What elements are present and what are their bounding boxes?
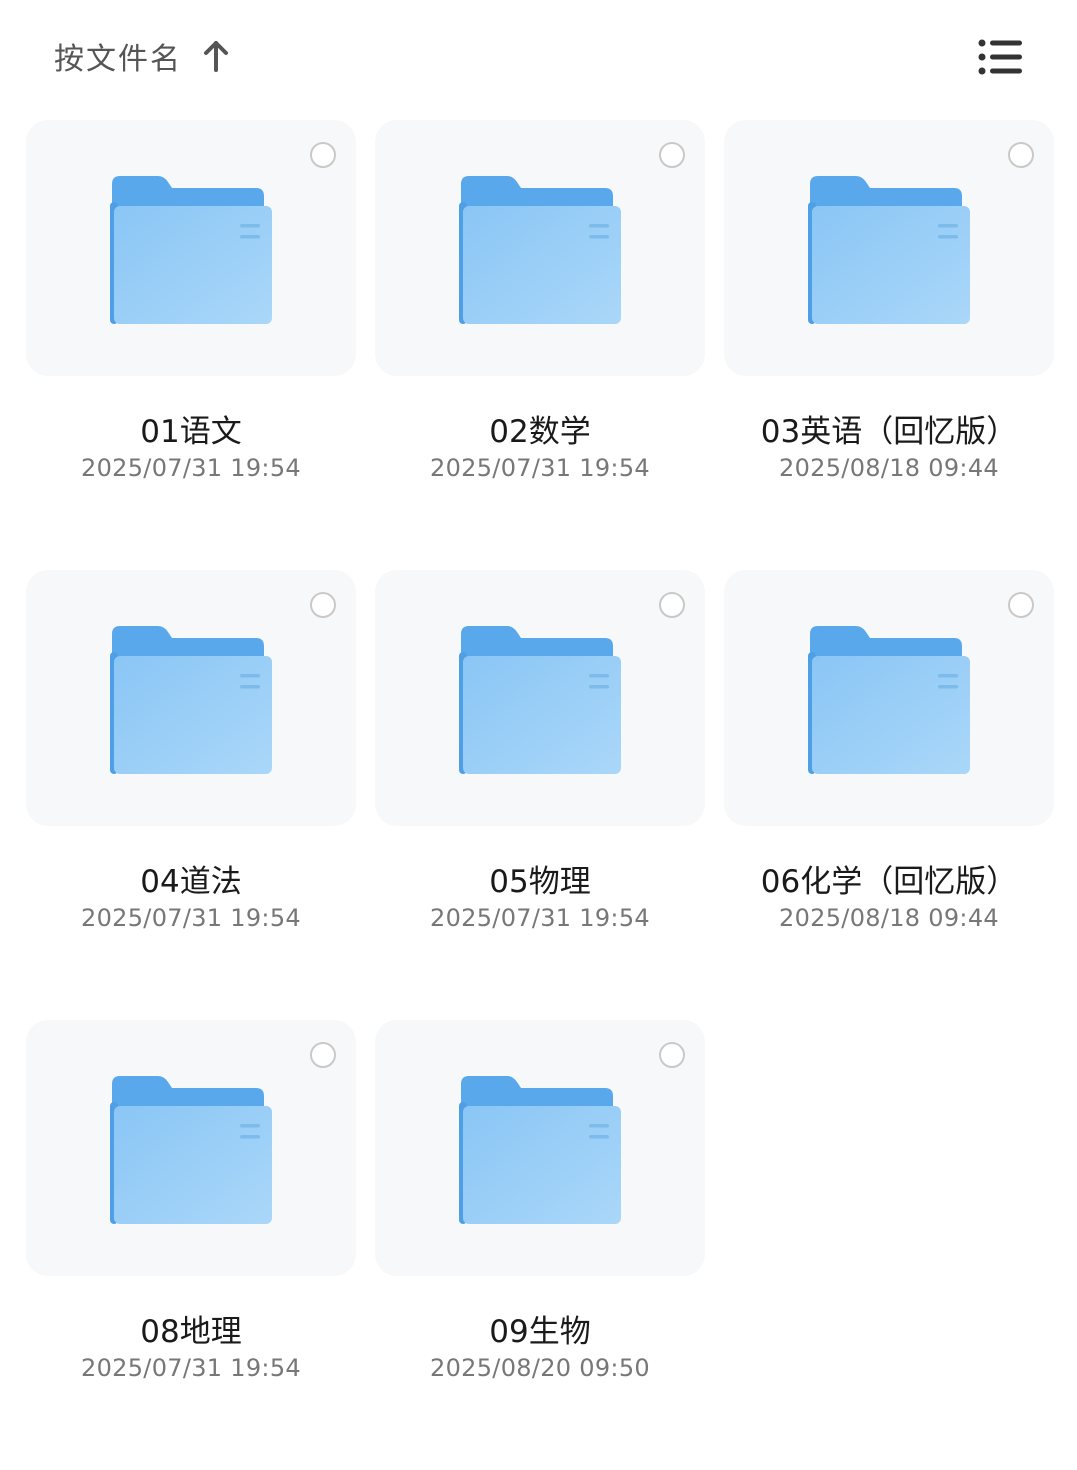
folder-icon xyxy=(806,174,972,326)
select-checkbox[interactable] xyxy=(659,142,685,168)
arrow-up-icon xyxy=(200,36,232,76)
folder-modified-date: 2025/07/31 19:54 xyxy=(81,904,301,932)
folder-item[interactable]: 08地理 2025/07/31 19:54 xyxy=(26,1020,356,1470)
folder-icon xyxy=(457,624,623,776)
folder-name: 03英语（回忆版） xyxy=(760,414,1018,450)
folder-name: 02数学 xyxy=(489,414,591,450)
folder-name: 04道法 xyxy=(140,864,242,900)
list-view-icon[interactable] xyxy=(972,34,1028,80)
folder-name: 08地理 xyxy=(140,1314,242,1350)
folder-modified-date: 2025/08/18 09:44 xyxy=(779,904,999,932)
folder-modified-date: 2025/08/18 09:44 xyxy=(779,454,999,482)
folder-thumbnail[interactable] xyxy=(26,1020,356,1276)
folder-icon xyxy=(457,174,623,326)
folder-modified-date: 2025/07/31 19:54 xyxy=(430,904,650,932)
folder-item[interactable]: 04道法 2025/07/31 19:54 xyxy=(26,570,356,1020)
folder-icon xyxy=(108,174,274,326)
folder-modified-date: 2025/07/31 19:54 xyxy=(81,454,301,482)
folder-icon xyxy=(108,1074,274,1226)
folder-thumbnail[interactable] xyxy=(26,120,356,376)
folder-icon xyxy=(108,624,274,776)
folder-thumbnail[interactable] xyxy=(375,120,705,376)
folder-modified-date: 2025/08/20 09:50 xyxy=(430,1354,650,1382)
folder-grid: 01语文 2025/07/31 19:54 02数学 2025/07/31 19… xyxy=(26,120,1056,1470)
folder-name: 06化学（回忆版） xyxy=(760,864,1018,900)
folder-icon xyxy=(457,1074,623,1226)
folder-modified-date: 2025/07/31 19:54 xyxy=(81,1354,301,1382)
folder-thumbnail[interactable] xyxy=(375,570,705,826)
folder-thumbnail[interactable] xyxy=(724,570,1054,826)
folder-item[interactable]: 03英语（回忆版） 2025/08/18 09:44 xyxy=(724,120,1054,570)
folder-item[interactable]: 01语文 2025/07/31 19:54 xyxy=(26,120,356,570)
select-checkbox[interactable] xyxy=(659,592,685,618)
select-checkbox[interactable] xyxy=(659,1042,685,1068)
file-browser-page: 按文件名 01语文 2025/07/31 19:54 02数学 2025/07/… xyxy=(0,0,1077,1409)
folder-modified-date: 2025/07/31 19:54 xyxy=(430,454,650,482)
select-checkbox[interactable] xyxy=(310,142,336,168)
select-checkbox[interactable] xyxy=(310,1042,336,1068)
select-checkbox[interactable] xyxy=(310,592,336,618)
folder-thumbnail[interactable] xyxy=(26,570,356,826)
folder-item[interactable]: 09生物 2025/08/20 09:50 xyxy=(375,1020,705,1470)
folder-thumbnail[interactable] xyxy=(724,120,1054,376)
sort-by-name-button[interactable]: 按文件名 xyxy=(54,30,232,82)
sort-label: 按文件名 xyxy=(54,42,182,77)
folder-item[interactable]: 06化学（回忆版） 2025/08/18 09:44 xyxy=(724,570,1054,1020)
folder-name: 09生物 xyxy=(489,1314,591,1350)
folder-name: 01语文 xyxy=(140,414,242,450)
folder-item[interactable]: 05物理 2025/07/31 19:54 xyxy=(375,570,705,1020)
folder-item[interactable]: 02数学 2025/07/31 19:54 xyxy=(375,120,705,570)
toolbar: 按文件名 xyxy=(0,0,1077,110)
folder-icon xyxy=(806,624,972,776)
select-checkbox[interactable] xyxy=(1008,592,1034,618)
select-checkbox[interactable] xyxy=(1008,142,1034,168)
folder-name: 05物理 xyxy=(489,864,591,900)
folder-thumbnail[interactable] xyxy=(375,1020,705,1276)
